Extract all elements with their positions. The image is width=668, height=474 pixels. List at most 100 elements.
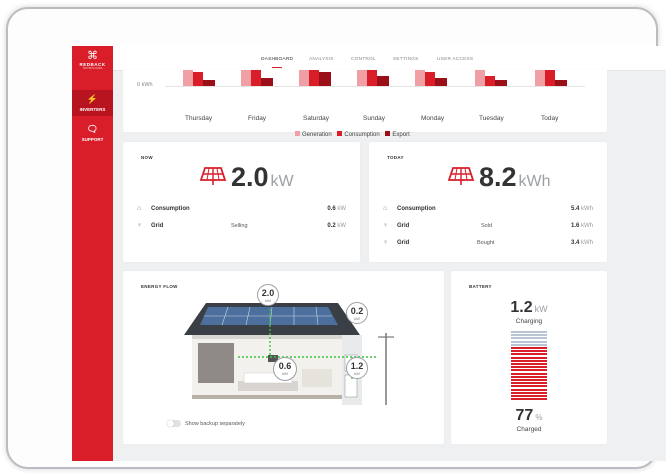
bar-generation-friday[interactable]: [241, 70, 251, 86]
value-number: 1.2: [510, 299, 533, 316]
flow-unit: kW: [265, 298, 271, 303]
bar-generation-saturday[interactable]: [299, 70, 309, 86]
battery-state: Charging: [515, 318, 543, 325]
legend-item-export[interactable]: Export: [385, 131, 410, 138]
bar-export-friday[interactable]: [261, 78, 273, 86]
row-note: Sold: [481, 223, 493, 229]
row-label: Grid: [397, 240, 410, 246]
bar-consumption-saturday[interactable]: [309, 70, 319, 86]
app-screen: ⌘ REDBACK TECHNOLOGIES ⚡ INVERTERS 🗨 SUP…: [72, 46, 666, 461]
bar-consumption-today[interactable]: [545, 70, 555, 86]
tab-analysis[interactable]: ANALYSIS: [309, 57, 334, 62]
battery-segment-empty: [511, 337, 547, 340]
brand-tagline: TECHNOLOGIES: [82, 67, 103, 70]
row-value: 0.2 kW: [327, 223, 346, 229]
bar-export-tuesday[interactable]: [495, 80, 507, 86]
bar-consumption-tuesday[interactable]: [485, 76, 495, 86]
row-label: Consumption: [397, 206, 436, 212]
legend-item-generation[interactable]: Generation: [295, 131, 332, 138]
top-navigation: DASHBOARD ANALYSIS CONTROL SETTINGS USER…: [113, 46, 666, 71]
flow-unit: kW: [354, 371, 360, 376]
value-number: 0.2: [327, 223, 336, 229]
tab-control[interactable]: CONTROL: [351, 57, 376, 62]
bar-consumption-friday[interactable]: [251, 70, 261, 86]
tab-settings[interactable]: SETTINGS: [393, 57, 419, 62]
solar-flow-bubble: 2.0 kW: [257, 284, 279, 306]
legend-label: Generation: [302, 131, 332, 138]
row-label: Grid: [397, 223, 410, 229]
card-title: ENERGY FLOW: [141, 284, 178, 289]
brand-logo: ⌘ REDBACK TECHNOLOGIES: [72, 50, 113, 70]
battery-segment-charged: [511, 363, 547, 365]
x-tick-label: Saturday: [303, 115, 330, 122]
lightning-icon: ⚡: [86, 94, 99, 104]
flow-unit: kW: [282, 371, 288, 376]
battery-segment-empty: [511, 340, 547, 343]
tablet-frame: ⌘ REDBACK TECHNOLOGIES ⚡ INVERTERS 🗨 SUP…: [6, 7, 666, 469]
battery-flow-bubble: 1.2 kW: [346, 357, 368, 379]
bar-generation-monday[interactable]: [415, 70, 425, 86]
legend-label: Consumption: [344, 131, 380, 138]
bar-consumption-thursday[interactable]: [193, 72, 203, 86]
battery-segment-empty: [511, 334, 547, 337]
legend-label: Export: [392, 131, 410, 138]
redback-logo-icon: ⌘: [87, 50, 98, 62]
sidebar-item-support[interactable]: 🗨 SUPPORT: [72, 124, 113, 142]
battery-segment-empty: [511, 343, 547, 346]
x-tick-label: Friday: [248, 115, 267, 122]
value-number: 5.4: [570, 206, 580, 212]
bar-generation-thursday[interactable]: [183, 70, 193, 86]
row-value: 0.6 kW: [327, 206, 346, 212]
bar-generation-today[interactable]: [535, 70, 545, 86]
legend-item-consumption[interactable]: Consumption: [337, 131, 380, 138]
value-number: 3.4: [570, 240, 580, 246]
x-tick-label: Sunday: [363, 115, 386, 122]
x-tick-label: Monday: [421, 115, 445, 122]
row-label: Consumption: [151, 206, 190, 212]
row-value: 3.4 kWh: [571, 240, 593, 246]
row-label: Grid: [151, 223, 164, 229]
bar-export-saturday[interactable]: [319, 72, 331, 86]
now-card: NOW 2.0 kW ⌂ Consumption 0.6 kW ♀ Grid Se…: [123, 142, 360, 262]
value-unit: kWh: [581, 206, 593, 212]
battery-level-gauge: [511, 331, 547, 403]
pylon-icon: ♀: [383, 239, 389, 246]
value-unit: kWh: [581, 240, 593, 246]
pylon-icon: ♀: [383, 222, 389, 229]
flow-value: 0.2: [350, 306, 364, 316]
battery-percent-label: Charged: [516, 426, 542, 433]
today-card: TODAY 8.2 kWh ⌂ Consumption 5.4 kWh ♀ Gri…: [369, 142, 607, 262]
sidebar-item-label: SUPPORT: [81, 137, 104, 142]
chart-legend: Generation Consumption Export: [295, 131, 410, 138]
backup-toggle[interactable]: [167, 420, 181, 427]
value-number: 0.6: [327, 206, 336, 212]
home-flow-bubble: 0.6 kW: [273, 357, 297, 381]
bar-consumption-sunday[interactable]: [367, 70, 377, 86]
bar-export-thursday[interactable]: [203, 80, 215, 86]
tab-dashboard[interactable]: DASHBOARD: [261, 57, 293, 68]
value-unit: kW: [337, 223, 346, 229]
flow-value: 1.2: [350, 361, 364, 371]
battery-percent: 77%: [451, 407, 607, 425]
bar-export-today[interactable]: [555, 80, 567, 86]
row-value: 1.6 kWh: [571, 223, 593, 229]
row-note: Selling: [231, 223, 248, 229]
value-number: 2.0: [231, 162, 269, 192]
battery-segment-charged: [511, 395, 547, 397]
legend-swatch: [385, 131, 391, 136]
tab-user-access[interactable]: USER ACCESS: [437, 57, 473, 62]
sidebar-item-inverters[interactable]: ⚡ INVERTERS: [72, 90, 113, 116]
battery-segment-charged: [511, 391, 547, 394]
bar-export-sunday[interactable]: [377, 76, 389, 86]
battery-segment-charged: [511, 350, 547, 353]
card-title: NOW: [141, 155, 153, 160]
chat-bubble-icon: 🗨: [86, 124, 99, 134]
bar-generation-sunday[interactable]: [357, 70, 367, 86]
battery-segment-charged: [511, 385, 547, 388]
bar-export-monday[interactable]: [435, 78, 447, 86]
bar-consumption-monday[interactable]: [425, 72, 435, 86]
home-icon: ⌂: [383, 205, 388, 212]
value-unit: kWh: [581, 223, 593, 229]
legend-swatch: [337, 131, 343, 136]
bar-generation-tuesday[interactable]: [475, 70, 485, 86]
